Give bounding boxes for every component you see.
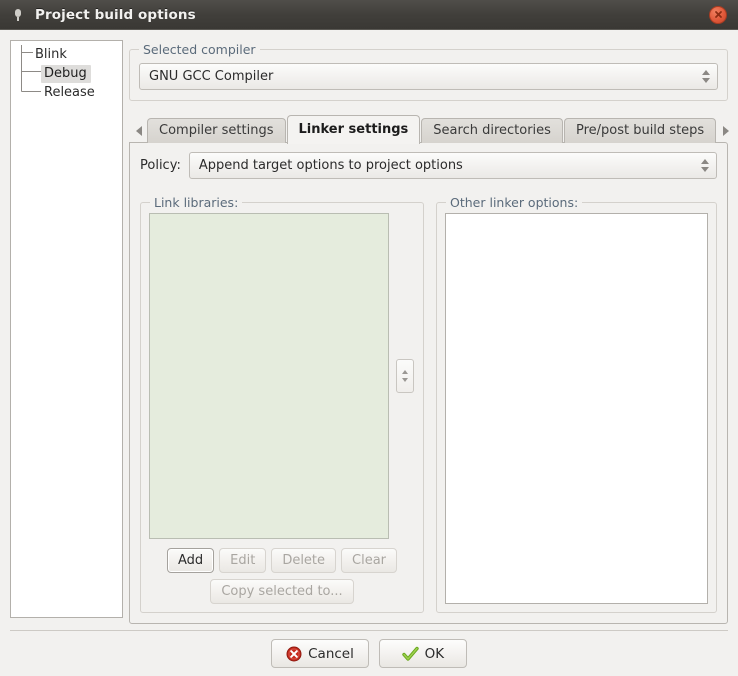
right-column: Selected compiler GNU GCC Compiler Compi… [129, 38, 730, 624]
copy-selected-to-label: Copy selected to... [221, 584, 343, 599]
link-libraries-content: Add Edit Delete Clear Copy selected to..… [149, 213, 415, 604]
cancel-button[interactable]: Cancel [271, 639, 369, 668]
compiler-combobox-value: GNU GCC Compiler [149, 69, 274, 84]
selected-compiler-group: Selected compiler GNU GCC Compiler [129, 42, 728, 101]
tab-label: Compiler settings [159, 123, 274, 138]
policy-label: Policy: [140, 158, 181, 173]
tab-scroll-left-button[interactable] [130, 118, 147, 143]
other-linker-options-textarea[interactable] [445, 213, 708, 604]
link-libraries-button-row: Add Edit Delete Clear [149, 548, 415, 573]
copy-selected-to-button[interactable]: Copy selected to... [210, 579, 354, 604]
tab-label: Search directories [433, 123, 551, 138]
tab-compiler-settings[interactable]: Compiler settings [147, 118, 286, 143]
chevron-right-icon [722, 125, 729, 136]
edit-button-label: Edit [230, 553, 256, 568]
tree-item-release[interactable]: Release [11, 83, 122, 102]
link-libraries-label: Link libraries: [150, 195, 243, 210]
other-linker-options-pane: Other linker options: [436, 193, 717, 613]
tab-linker-settings[interactable]: Linker settings [286, 115, 421, 144]
link-libraries-list-row [149, 213, 415, 539]
delete-button[interactable]: Delete [271, 548, 337, 573]
close-button[interactable] [709, 5, 727, 24]
close-icon [714, 11, 722, 18]
panes: Link libraries: Add Edit Delete Clear Co… [140, 193, 717, 613]
ok-button[interactable]: OK [378, 639, 467, 668]
tree-item-debug[interactable]: Debug [11, 64, 122, 83]
tab-scroll-right-button[interactable] [717, 118, 734, 143]
link-libraries-pane: Link libraries: Add Edit Delete Clear Co… [140, 193, 424, 613]
chevron-left-icon [135, 125, 142, 136]
tree-item-label: Blink [35, 46, 67, 62]
microphone-icon [10, 7, 26, 23]
edit-button[interactable]: Edit [219, 548, 267, 573]
window-title: Project build options [35, 6, 196, 23]
error-circle-icon [286, 646, 302, 661]
dialog-body: Blink Debug Release Selected compiler GN… [0, 29, 738, 676]
target-tree[interactable]: Blink Debug Release [10, 40, 123, 618]
chevron-up-icon [702, 70, 710, 75]
linker-settings-panel: Policy: Append target options to project… [129, 142, 728, 624]
dialog-footer: Cancel OK [0, 631, 738, 676]
selected-compiler-label: Selected compiler [139, 42, 260, 57]
add-button-label: Add [177, 553, 204, 568]
reorder-updown-button[interactable] [396, 359, 414, 393]
delete-button-label: Delete [282, 553, 326, 568]
policy-combobox-value: Append target options to project options [198, 158, 463, 173]
tab-label: Pre/post build steps [575, 123, 705, 138]
ok-button-label: OK [424, 645, 445, 662]
policy-combobox[interactable]: Append target options to project options [188, 152, 717, 179]
checkmark-icon [401, 646, 419, 661]
chevron-updown-icon[interactable] [694, 153, 716, 178]
clear-button[interactable]: Clear [341, 548, 398, 573]
tree-item-label: Debug [41, 64, 91, 83]
chevron-up-icon [701, 159, 709, 164]
link-libraries-group: Link libraries: Add Edit Delete Clear Co… [140, 195, 424, 613]
tab-bar: Compiler settings Linker settings Search… [129, 114, 729, 144]
clear-button-label: Clear [352, 553, 387, 568]
chevron-down-icon [701, 167, 709, 172]
arrow-down-icon [402, 378, 408, 382]
add-button[interactable]: Add [166, 548, 215, 573]
tab-label: Linker settings [298, 121, 409, 137]
tree-item-blink[interactable]: Blink [11, 45, 122, 64]
tab-search-directories[interactable]: Search directories [421, 118, 563, 143]
other-linker-options-group: Other linker options: [436, 195, 717, 613]
other-linker-options-label: Other linker options: [446, 195, 583, 210]
link-libraries-listbox[interactable] [149, 213, 389, 539]
tab-pre-post-build-steps[interactable]: Pre/post build steps [563, 118, 717, 143]
dialog-window: Project build options Blink Debug Releas… [0, 0, 738, 676]
title-bar: Project build options [0, 0, 738, 29]
copy-selected-row: Copy selected to... [149, 579, 415, 604]
arrow-up-icon [402, 370, 408, 374]
chevron-updown-icon[interactable] [695, 64, 717, 89]
cancel-button-label: Cancel [308, 645, 354, 662]
chevron-down-icon [702, 78, 710, 83]
policy-row: Policy: Append target options to project… [140, 152, 717, 179]
link-libraries-reorder [395, 213, 415, 539]
compiler-combobox[interactable]: GNU GCC Compiler [139, 63, 718, 90]
tree-item-label: Release [44, 84, 95, 100]
main-area: Blink Debug Release Selected compiler GN… [0, 30, 738, 624]
